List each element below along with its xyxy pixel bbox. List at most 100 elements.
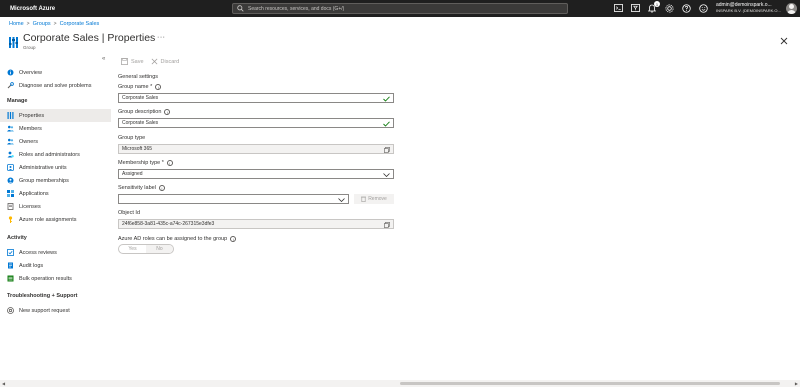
sidebar-item-audit-logs[interactable]: Audit logs xyxy=(0,259,111,272)
sidebar-item-label: Roles and administrators xyxy=(19,151,80,158)
sidebar-item-owners[interactable]: Owners xyxy=(0,135,111,148)
scrollbar-thumb[interactable] xyxy=(400,382,780,385)
collapse-sidebar-button[interactable]: « xyxy=(102,56,105,62)
licenses-icon xyxy=(7,203,14,210)
sidebar-item-diagnose[interactable]: Diagnose and solve problems xyxy=(0,79,111,92)
search-placeholder: Search resources, services, and docs (G+… xyxy=(248,5,345,12)
group-name-label-text: Group name * xyxy=(118,84,153,90)
scroll-right-icon[interactable]: ▶ xyxy=(795,381,798,386)
remove-button[interactable]: Remove xyxy=(354,194,394,204)
info-icon[interactable]: i xyxy=(164,109,171,115)
sidebar-item-admin-units[interactable]: Administrative units xyxy=(0,161,111,174)
group-memberships-icon xyxy=(7,177,14,184)
sidebar-item-azure-roles[interactable]: Azure role assignments xyxy=(0,213,111,226)
discard-label: Discard xyxy=(160,58,180,65)
access-reviews-icon xyxy=(7,249,14,256)
account-menu[interactable]: admin@demoinspark.o... INSPARK B.V. (DEM… xyxy=(716,2,784,13)
properties-icon xyxy=(8,35,19,48)
save-button[interactable]: Save xyxy=(121,58,144,65)
admin-units-icon xyxy=(7,164,14,171)
sidebar-item-label: Audit logs xyxy=(19,262,44,269)
avatar[interactable] xyxy=(786,3,797,14)
sidebar-item-label: Bulk operation results xyxy=(19,275,72,282)
membership-type-label-text: Membership type * xyxy=(118,160,164,166)
copy-icon[interactable] xyxy=(383,221,390,228)
properties-icon xyxy=(7,112,14,119)
sidebar-item-label: Members xyxy=(19,125,42,132)
bell-icon[interactable]: 1 xyxy=(647,1,660,13)
breadcrumb-home[interactable]: Home xyxy=(9,21,24,27)
brand-link[interactable]: Microsoft Azure xyxy=(0,6,232,12)
sidebar-item-properties[interactable]: Properties xyxy=(0,109,111,122)
azure-ad-roles-toggle: Yes No xyxy=(118,244,174,254)
sidebar-item-label: Group memberships xyxy=(19,177,69,184)
account-tenant: INSPARK B.V. (DEMOINSPARK.O... xyxy=(716,8,781,13)
more-options-button[interactable]: ··· xyxy=(157,34,166,41)
sensitivity-label-dropdown[interactable] xyxy=(118,194,349,204)
toggle-yes: Yes xyxy=(128,246,137,252)
owners-icon xyxy=(7,138,14,145)
breadcrumb-groups[interactable]: Groups xyxy=(33,21,51,27)
sidebar: « Overview Diagnose and solve problems M… xyxy=(0,56,111,376)
sidebar-item-overview[interactable]: Overview xyxy=(0,66,111,79)
group-description-label: Group description i xyxy=(118,109,171,115)
command-bar: Save Discard xyxy=(121,58,179,65)
bulk-results-icon xyxy=(7,275,14,282)
roles-icon xyxy=(7,151,14,158)
members-icon xyxy=(7,125,14,132)
breadcrumb-separator: > xyxy=(26,21,30,27)
breadcrumb-current[interactable]: Corporate Sales xyxy=(60,21,100,27)
sidebar-item-label: New support request xyxy=(19,307,70,314)
close-icon[interactable] xyxy=(780,32,788,45)
sidebar-item-members[interactable]: Members xyxy=(0,122,111,135)
directory-filter-icon[interactable] xyxy=(630,3,640,13)
applications-icon xyxy=(7,190,14,197)
sidebar-item-label: Azure role assignments xyxy=(19,216,77,223)
scroll-left-icon[interactable]: ◀ xyxy=(2,381,5,386)
info-icon[interactable]: i xyxy=(230,236,237,242)
group-name-field[interactable]: Corporate Sales xyxy=(118,93,394,103)
toggle-no: No xyxy=(146,245,173,253)
info-icon xyxy=(7,69,14,76)
sidebar-item-label: Applications xyxy=(19,190,49,197)
membership-type-label: Membership type * i xyxy=(118,160,173,166)
save-label: Save xyxy=(131,58,144,65)
sidebar-section-troubleshooting: Troubleshooting + Support xyxy=(7,293,78,299)
sensitivity-label-label: Sensitivity label i xyxy=(118,185,165,191)
key-icon xyxy=(7,216,14,223)
sidebar-item-licenses[interactable]: Licenses xyxy=(0,200,111,213)
remove-label: Remove xyxy=(368,196,387,202)
sidebar-item-access-reviews[interactable]: Access reviews xyxy=(0,246,111,259)
sidebar-item-roles[interactable]: Roles and administrators xyxy=(0,148,111,161)
horizontal-scrollbar[interactable]: ◀ ▶ xyxy=(0,380,800,387)
object-id-field: 24f6e858-3a81-435c-a74c-267315e3dfe3 xyxy=(118,219,394,229)
azure-ad-roles-label: Azure AD roles can be assigned to the gr… xyxy=(118,236,237,242)
info-icon[interactable]: i xyxy=(166,160,173,166)
object-id-value: 24f6e858-3a81-435c-a74c-267315e3dfe3 xyxy=(122,221,215,227)
breadcrumb: Home > Groups > Corporate Sales xyxy=(9,21,99,27)
sidebar-item-bulk-results[interactable]: Bulk operation results xyxy=(0,272,111,285)
save-icon xyxy=(121,58,128,65)
membership-type-dropdown[interactable]: Assigned xyxy=(118,169,394,179)
discard-button[interactable]: Discard xyxy=(151,58,180,65)
feedback-icon[interactable] xyxy=(698,3,708,13)
sidebar-item-group-memberships[interactable]: Group memberships xyxy=(0,174,111,187)
group-type-field: Microsoft 365 xyxy=(118,144,394,154)
group-description-field[interactable]: Corporate Sales xyxy=(118,118,394,128)
info-icon[interactable]: i xyxy=(158,185,165,191)
notification-badge: 1 xyxy=(654,1,660,7)
close-icon xyxy=(151,58,157,65)
help-icon[interactable] xyxy=(681,3,691,13)
azure-ad-roles-label-text: Azure AD roles can be assigned to the gr… xyxy=(118,236,228,242)
group-description-value: Corporate Sales xyxy=(122,120,159,126)
gear-icon[interactable] xyxy=(664,3,674,13)
copy-icon[interactable] xyxy=(383,146,390,153)
group-description-label-text: Group description xyxy=(118,109,162,115)
info-icon[interactable]: i xyxy=(155,84,162,90)
sidebar-item-applications[interactable]: Applications xyxy=(0,187,111,200)
group-type-value: Microsoft 365 xyxy=(122,146,153,152)
search-input[interactable]: Search resources, services, and docs (G+… xyxy=(232,3,568,14)
cloud-shell-icon[interactable] xyxy=(613,3,623,13)
wrench-icon xyxy=(7,82,14,89)
sidebar-item-new-support-request[interactable]: New support request xyxy=(0,304,111,317)
